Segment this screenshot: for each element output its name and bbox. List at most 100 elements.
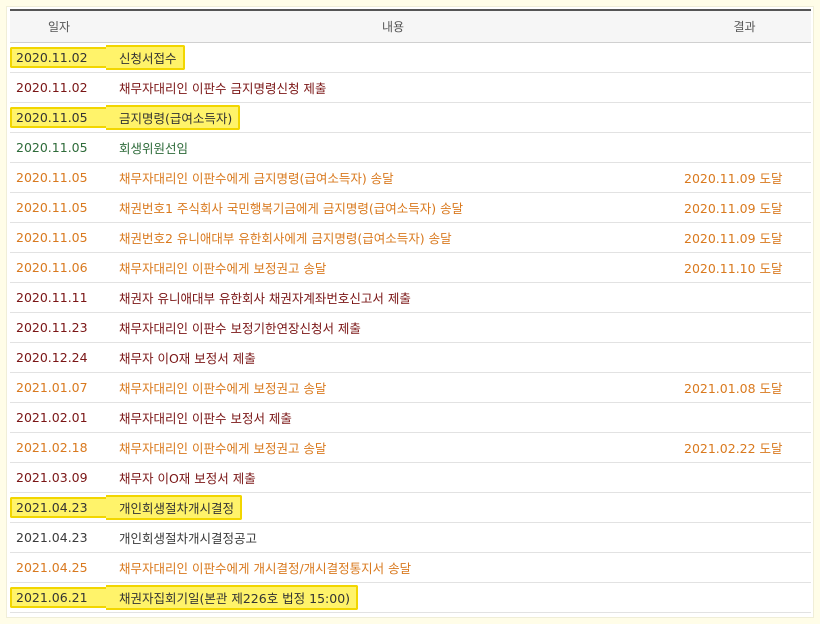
row-content: 채권자 유니애대부 유한회사 채권자계좌번호신고서 제출 [119, 290, 411, 306]
table-row: 2020.11.23 채무자대리인 이판수 보정기한연장신청서 제출 [10, 312, 811, 342]
row-date: 2021.04.23 [16, 529, 88, 545]
row-result-cell: 2020.11.10 도달 [678, 252, 811, 282]
row-date-cell: 2020.11.05 [10, 102, 108, 132]
row-content-cell: 채권번호2 유니애대부 유한회사에게 금지명령(급여소득자) 송달 [108, 222, 678, 252]
highlight-marker-date: 2021.06.21 [10, 586, 108, 608]
highlight-marker-date: 2020.11.02 [10, 46, 108, 68]
row-date-cell: 2021.04.23 [10, 492, 108, 522]
case-history-panel: 일자 내용 결과 2020.11.02 신청서접수 2020.11.02 채무자대리인… [6, 6, 814, 618]
row-content: 채무자대리인 이판수에게 개시결정/개시결정통지서 송달 [119, 560, 412, 576]
row-content: 채무자대리인 이판수 보정서 제출 [119, 410, 292, 426]
row-result-cell [678, 102, 811, 132]
row-result-cell [678, 342, 811, 372]
row-content: 채무자대리인 이판수에게 보정권고 송달 [119, 260, 327, 276]
row-result-cell: 2021.02.22 도달 [678, 432, 811, 462]
row-date-cell: 2020.11.05 [10, 132, 108, 162]
case-history-table: 일자 내용 결과 2020.11.02 신청서접수 2020.11.02 채무자대리인… [10, 9, 811, 613]
row-content-cell: 채무자대리인 이판수에게 개시결정/개시결정통지서 송달 [108, 552, 678, 582]
row-content-cell: 채권번호1 주식회사 국민행복기금에게 금지명령(급여소득자) 송달 [108, 192, 678, 222]
row-date: 2020.11.23 [16, 319, 88, 335]
row-content-cell: 채권자 유니애대부 유한회사 채권자계좌번호신고서 제출 [108, 282, 678, 312]
row-result: 2021.02.22 도달 [684, 440, 783, 456]
row-content: 채무자대리인 이판수에게 보정권고 송달 [119, 440, 327, 456]
row-result-cell [678, 282, 811, 312]
row-date: 2020.11.05 [16, 169, 88, 185]
table-row: 2020.12.24 채무자 이O재 보정서 제출 [10, 342, 811, 372]
row-result-cell: 2020.11.09 도달 [678, 162, 811, 192]
row-date-cell: 2020.12.24 [10, 342, 108, 372]
row-date-cell: 2021.02.01 [10, 402, 108, 432]
table-row: 2020.11.11 채권자 유니애대부 유한회사 채권자계좌번호신고서 제출 [10, 282, 811, 312]
row-date: 2021.01.07 [16, 379, 88, 395]
row-date-cell: 2021.01.07 [10, 372, 108, 402]
row-content-cell: 채무자대리인 이판수 보정기한연장신청서 제출 [108, 312, 678, 342]
row-result-cell [678, 42, 811, 72]
row-date-cell: 2020.11.23 [10, 312, 108, 342]
row-content-cell: 채무자대리인 이판수에게 금지명령(급여소득자) 송달 [108, 162, 678, 192]
row-result: 2021.01.08 도달 [684, 380, 783, 396]
table-row: 2021.06.21 채권자집회기일(본관 제226호 법정 15:00) [10, 582, 811, 612]
row-content-cell: 개인회생절차개시결정공고 [108, 522, 678, 552]
row-date: 2020.11.05 [16, 139, 88, 155]
table-row: 2020.11.05 채권번호1 주식회사 국민행복기금에게 금지명령(급여소득자… [10, 192, 811, 222]
table-row: 2020.11.05 회생위원선임 [10, 132, 811, 162]
highlight-marker-date: 2020.11.05 [10, 106, 108, 128]
row-content: 개인회생절차개시결정공고 [119, 530, 258, 546]
row-content-cell: 신청서접수 [106, 42, 678, 72]
table-row: 2020.11.05 금지명령(급여소득자) [10, 102, 811, 132]
row-date: 2020.11.02 [16, 79, 88, 95]
row-content-cell: 채무자대리인 이판수에게 보정권고 송달 [108, 252, 678, 282]
row-result: 2020.11.10 도달 [684, 260, 783, 276]
row-result: 2020.11.09 도달 [684, 200, 783, 216]
table-row: 2021.03.09 채무자 이O재 보정서 제출 [10, 462, 811, 492]
row-content: 채무자 이O재 보정서 제출 [119, 350, 256, 366]
row-content: 채권번호2 유니애대부 유한회사에게 금지명령(급여소득자) 송달 [119, 230, 452, 246]
highlight-marker-content: 채권자집회기일(본관 제226호 법정 15:00) [106, 584, 359, 610]
row-result-cell [678, 492, 811, 522]
table-row: 2021.04.23 개인회생절차개시결정공고 [10, 522, 811, 552]
header-result: 결과 [678, 10, 811, 43]
row-content-cell: 채무자대리인 이판수 보정서 제출 [108, 402, 678, 432]
row-result-cell [678, 312, 811, 342]
row-result-cell [678, 522, 811, 552]
row-result-cell: 2021.01.08 도달 [678, 372, 811, 402]
row-date-cell: 2021.02.18 [10, 432, 108, 462]
row-content: 채무자대리인 이판수 보정기한연장신청서 제출 [119, 320, 361, 336]
row-result-cell [678, 132, 811, 162]
table-row: 2020.11.02 채무자대리인 이판수 금지명령신청 제출 [10, 72, 811, 102]
row-date: 2020.11.05 [16, 199, 88, 215]
row-content: 채무자대리인 이판수에게 보정권고 송달 [119, 380, 327, 396]
row-date-cell: 2021.03.09 [10, 462, 108, 492]
row-date-cell: 2020.11.02 [10, 42, 108, 72]
row-date: 2020.11.06 [16, 259, 88, 275]
row-content: 채무자 이O재 보정서 제출 [119, 470, 256, 486]
row-content: 채무자대리인 이판수 금지명령신청 제출 [119, 80, 327, 96]
row-content: 회생위원선임 [119, 140, 189, 156]
row-result-cell [678, 582, 811, 612]
table-body: 2020.11.02 신청서접수 2020.11.02 채무자대리인 이판수 금지명령… [10, 42, 811, 612]
row-result-cell [678, 462, 811, 492]
row-result: 2020.11.09 도달 [684, 170, 783, 186]
row-result-cell [678, 72, 811, 102]
row-content-cell: 금지명령(급여소득자) [106, 102, 678, 132]
row-result-cell [678, 402, 811, 432]
highlight-marker-content: 개인회생절차개시결정 [106, 494, 243, 520]
highlight-marker-date: 2021.04.23 [10, 496, 108, 518]
row-date-cell: 2021.04.25 [10, 552, 108, 582]
row-content-cell: 채무자대리인 이판수 금지명령신청 제출 [108, 72, 678, 102]
row-content: 채무자대리인 이판수에게 금지명령(급여소득자) 송달 [119, 170, 394, 186]
row-content-cell: 개인회생절차개시결정 [106, 492, 678, 522]
row-content-cell: 채무자 이O재 보정서 제출 [108, 342, 678, 372]
table-header-row: 일자 내용 결과 [10, 10, 811, 43]
row-result-cell: 2020.11.09 도달 [678, 192, 811, 222]
table-row: 2020.11.02 신청서접수 [10, 42, 811, 72]
row-result-cell [678, 552, 811, 582]
row-date: 2020.11.11 [16, 289, 88, 305]
row-content-cell: 채권자집회기일(본관 제226호 법정 15:00) [106, 582, 678, 612]
row-date-cell: 2020.11.05 [10, 162, 108, 192]
row-date-cell: 2020.11.02 [10, 72, 108, 102]
table-row: 2020.11.05 채권번호2 유니애대부 유한회사에게 금지명령(급여소득자)… [10, 222, 811, 252]
row-content-cell: 회생위원선임 [108, 132, 678, 162]
row-date-cell: 2020.11.05 [10, 192, 108, 222]
table-row: 2021.02.18 채무자대리인 이판수에게 보정권고 송달 2021.02.22… [10, 432, 811, 462]
